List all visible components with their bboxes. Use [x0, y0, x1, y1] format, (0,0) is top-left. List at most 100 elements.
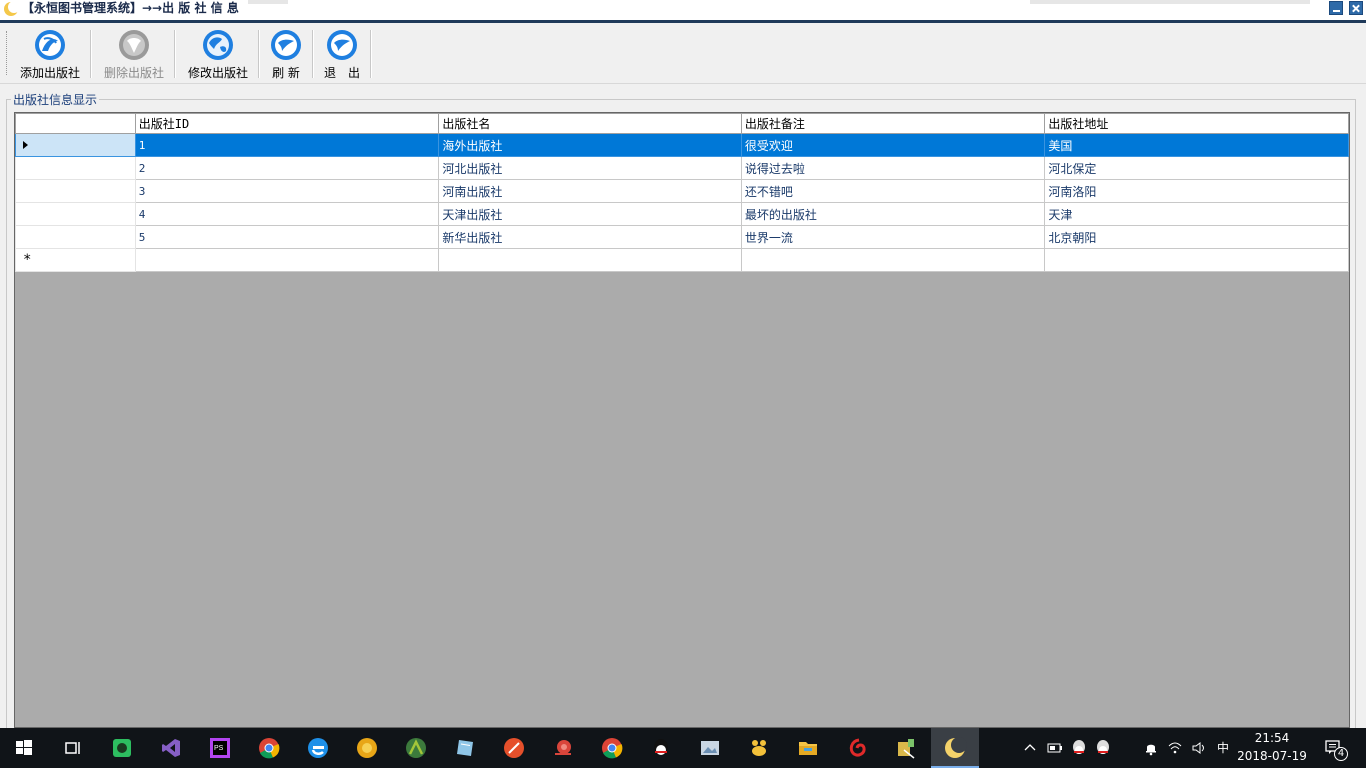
table-row[interactable]: 2 河北出版社 说得过去啦 河北保定: [15, 156, 1349, 180]
edge-icon: [308, 738, 328, 758]
cell-publisher-name[interactable]: 河北出版社: [438, 156, 742, 180]
svg-text:PS: PS: [214, 745, 224, 752]
cell-publisher-id[interactable]: 2: [134, 156, 440, 180]
row-header[interactable]: [15, 133, 136, 157]
taskbar-app-evernote[interactable]: [98, 728, 146, 768]
cell-publisher-note[interactable]: 说得过去啦: [740, 156, 1046, 180]
cell-publisher-name[interactable]: 新华出版社: [438, 225, 742, 249]
cell-publisher-id[interactable]: 5: [134, 225, 440, 249]
taskbar-app-netease[interactable]: [833, 728, 881, 768]
table-row[interactable]: 5 新华出版社 世界一流 北京朝阳: [15, 225, 1349, 249]
tray-qq-2[interactable]: [1092, 728, 1114, 768]
netease-icon: [849, 738, 866, 757]
refresh-button[interactable]: 刷 新: [264, 27, 308, 81]
taskbar-app-paw[interactable]: [735, 728, 783, 768]
taskbar-app-image-viewer[interactable]: [686, 728, 734, 768]
task-view-icon: [65, 742, 80, 754]
cell-publisher-name[interactable]: 海外出版社: [438, 133, 742, 157]
row-header[interactable]: [15, 156, 136, 180]
start-button[interactable]: [0, 728, 48, 768]
moon-app-icon: [945, 737, 967, 758]
row-header[interactable]: *: [15, 248, 136, 272]
speaker-icon: [1192, 742, 1204, 754]
taskbar-app-edge[interactable]: [294, 728, 342, 768]
close-button[interactable]: [1349, 1, 1363, 15]
taskbar-app-phpstorm[interactable]: PS: [196, 728, 244, 768]
tray-overflow-button[interactable]: [1018, 728, 1042, 768]
globe-edit-icon: [203, 30, 233, 60]
group-title: 出版社信息显示: [11, 91, 100, 108]
taskbar-app-db-tools[interactable]: [882, 728, 930, 768]
delete-publisher-button[interactable]: 删除出版社: [98, 27, 170, 81]
taskbar-app-yellow[interactable]: [343, 728, 391, 768]
exit-button[interactable]: 退 出: [318, 27, 366, 81]
tray-ime[interactable]: 中: [1212, 728, 1234, 768]
corner-header[interactable]: [15, 113, 136, 134]
taskbar-app-qq[interactable]: [637, 728, 685, 768]
task-view-button[interactable]: [48, 728, 96, 768]
toolbar-separator: [258, 30, 260, 78]
cell-publisher-address[interactable]: 天津: [1044, 202, 1349, 226]
cell-publisher-id[interactable]: 1: [134, 133, 440, 157]
tray-battery[interactable]: [1044, 728, 1066, 768]
new-row-cell[interactable]: [134, 248, 440, 272]
moon-app-icon: [4, 1, 19, 16]
exit-icon: [327, 30, 357, 60]
tray-network[interactable]: [1164, 728, 1186, 768]
cell-publisher-note[interactable]: 世界一流: [740, 225, 1046, 249]
publisher-grid[interactable]: 出版社ID 出版社名 出版社备注 出版社地址 1 海外出版社 很受欢迎 美国 2 河北出版…: [14, 112, 1350, 728]
minimize-button[interactable]: [1329, 1, 1343, 15]
taskbar-app-chrome-2[interactable]: [588, 728, 636, 768]
new-row[interactable]: *: [15, 248, 1349, 272]
tray-qq-1[interactable]: [1068, 728, 1090, 768]
row-header[interactable]: [15, 179, 136, 203]
tray-volume[interactable]: [1188, 728, 1210, 768]
taskbar-app-file-explorer[interactable]: [784, 728, 832, 768]
pencil-icon: [504, 738, 524, 758]
edit-publisher-button[interactable]: 修改出版社: [182, 27, 254, 81]
cell-publisher-address[interactable]: 河北保定: [1044, 156, 1349, 180]
action-center-button[interactable]: 4: [1318, 728, 1354, 768]
new-row-cell[interactable]: [740, 248, 1046, 272]
new-row-marker: *: [23, 252, 32, 268]
column-header-address[interactable]: 出版社地址: [1044, 113, 1349, 134]
taskbar-app-notepad[interactable]: [441, 728, 489, 768]
cell-publisher-note[interactable]: 最坏的出版社: [740, 202, 1046, 226]
refresh-icon: [271, 30, 301, 60]
new-row-cell[interactable]: [1044, 248, 1349, 272]
table-row[interactable]: 3 河南出版社 还不错吧 河南洛阳: [15, 179, 1349, 203]
column-header-id[interactable]: 出版社ID: [134, 113, 440, 134]
cell-publisher-name[interactable]: 河南出版社: [438, 179, 742, 203]
cell-publisher-note[interactable]: 还不错吧: [740, 179, 1046, 203]
cell-publisher-note[interactable]: 很受欢迎: [740, 133, 1046, 157]
cell-publisher-id[interactable]: 3: [134, 179, 440, 203]
taskbar-app-visual-studio[interactable]: [147, 728, 195, 768]
delete-publisher-label: 删除出版社: [103, 66, 164, 80]
cell-publisher-address[interactable]: 北京朝阳: [1044, 225, 1349, 249]
column-header-name[interactable]: 出版社名: [438, 113, 742, 134]
title-decoration: [1030, 0, 1310, 4]
cell-publisher-address[interactable]: 美国: [1044, 133, 1349, 157]
table-row[interactable]: 4 天津出版社 最坏的出版社 天津: [15, 202, 1349, 226]
toolbar-grip[interactable]: [6, 31, 9, 75]
tray-notification[interactable]: [1140, 728, 1162, 768]
cell-publisher-id[interactable]: 4: [134, 202, 440, 226]
add-publisher-button[interactable]: 添加出版社: [14, 27, 86, 81]
taskbar-app-chrome[interactable]: [245, 728, 293, 768]
taskbar-app-snail[interactable]: [539, 728, 587, 768]
row-header[interactable]: [15, 225, 136, 249]
taskbar-app-library-system[interactable]: [931, 728, 979, 768]
taskbar-app-pencil[interactable]: [490, 728, 538, 768]
android-studio-icon: [406, 738, 426, 758]
main-window: 【永恒图书管理系统】→→出 版 社 信 息 添加出版社 删除出版社 修改出版社 …: [0, 0, 1366, 740]
new-row-cell[interactable]: [438, 248, 742, 272]
column-header-note[interactable]: 出版社备注: [740, 113, 1046, 134]
row-header[interactable]: [15, 202, 136, 226]
taskbar-app-android-studio[interactable]: [392, 728, 440, 768]
bell-icon: [1146, 744, 1156, 756]
cell-publisher-address[interactable]: 河南洛阳: [1044, 179, 1349, 203]
cell-publisher-name[interactable]: 天津出版社: [438, 202, 742, 226]
toolbar-separator: [90, 30, 92, 78]
tray-clock[interactable]: 21:54 2018-07-19: [1236, 728, 1308, 768]
table-row[interactable]: 1 海外出版社 很受欢迎 美国: [15, 133, 1349, 157]
